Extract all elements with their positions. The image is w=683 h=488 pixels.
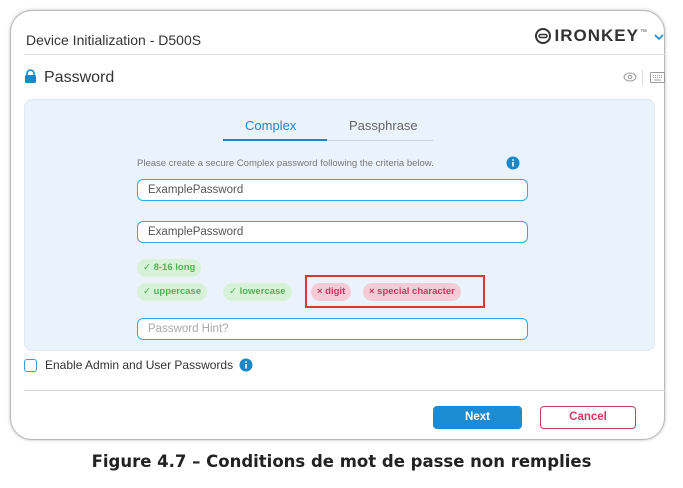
password-panel: Complex Passphrase Please create a secur… — [24, 99, 655, 351]
admin-user-label: Enable Admin and User Passwords — [45, 358, 234, 372]
lock-icon — [25, 69, 36, 83]
tab-passphrase[interactable]: Passphrase — [349, 118, 418, 133]
figure-caption: Figure 4.7 – Conditions de mot de passe … — [91, 452, 592, 471]
tab-complex[interactable]: Complex — [245, 118, 296, 133]
password-input[interactable]: ExamplePassword — [137, 179, 528, 201]
password-hint-input[interactable]: Password Hint? — [137, 318, 528, 340]
criterion-lowercase-chip: ✓ lowercase — [223, 283, 292, 301]
active-tab-indicator — [223, 139, 327, 141]
ironkey-logo-icon — [534, 28, 551, 44]
cancel-button[interactable]: Cancel — [540, 406, 636, 429]
unmet-criteria-highlight — [305, 275, 485, 308]
criterion-length-chip: ✓ 8-16 long — [137, 259, 202, 277]
eye-icon[interactable] — [623, 70, 637, 84]
brand-logo: IRONKEY ™ — [534, 26, 664, 46]
brand-name: IRONKEY — [554, 26, 639, 45]
chevron-down-icon[interactable] — [653, 32, 665, 42]
admin-user-option: Enable Admin and User Passwords — [24, 358, 253, 372]
title-bar: Device Initialization - D500S IRONKEY ™ — [24, 20, 665, 55]
admin-user-checkbox[interactable] — [24, 358, 37, 372]
keyboard-icon[interactable] — [650, 72, 665, 83]
confirm-password-input[interactable]: ExamplePassword — [137, 221, 528, 243]
info-icon[interactable] — [506, 156, 520, 170]
password-section-header: Password — [24, 66, 665, 92]
divider — [642, 70, 643, 86]
window-title: Device Initialization - D500S — [26, 32, 202, 48]
brand-trademark: ™ — [640, 28, 647, 36]
info-icon[interactable] — [239, 358, 253, 372]
footer-divider — [24, 390, 665, 391]
password-type-tabs: Complex Passphrase — [223, 114, 433, 141]
instruction-text: Please create a secure Complex password … — [137, 158, 434, 169]
next-button[interactable]: Next — [433, 406, 522, 429]
section-title: Password — [44, 69, 115, 86]
criterion-uppercase-chip: ✓ uppercase — [137, 283, 208, 301]
